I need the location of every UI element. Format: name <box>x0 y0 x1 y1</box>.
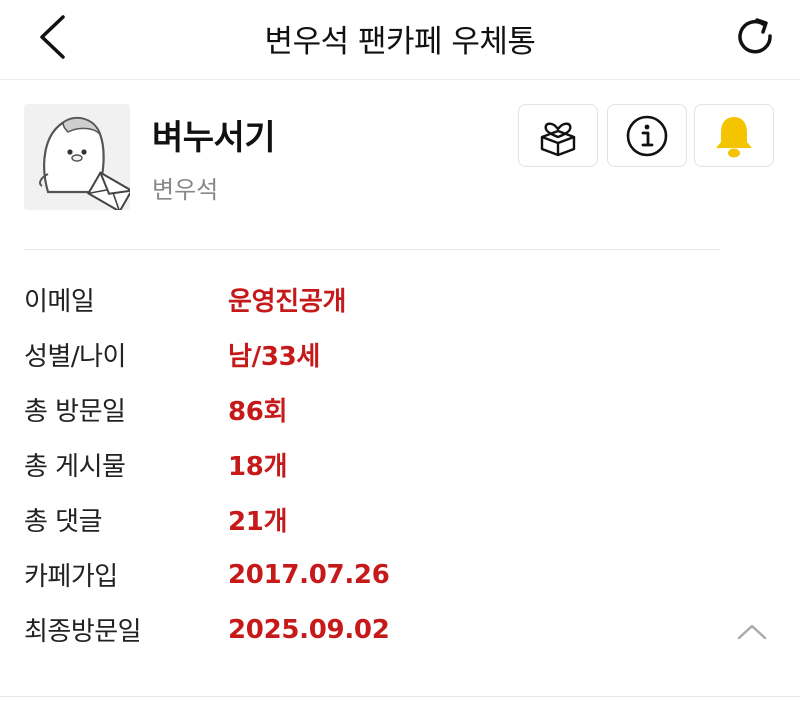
info-row-gender-age: 성별/나이 남/33세 <box>24 327 784 382</box>
info-icon <box>626 115 668 156</box>
info-label: 카페가입 <box>24 562 118 592</box>
penguin-avatar-with-envelope-icon <box>39 116 130 210</box>
refresh-button[interactable] <box>732 12 780 62</box>
profile-nickname: 벼누서기 <box>152 118 276 158</box>
notification-bell-button[interactable] <box>694 104 774 167</box>
info-label: 총 게시물 <box>24 452 126 482</box>
info-label: 총 방문일 <box>24 397 126 427</box>
info-label: 성별/나이 <box>24 342 126 372</box>
gift-button[interactable] <box>518 104 598 167</box>
avatar <box>24 104 130 210</box>
info-value: 2025.09.02 <box>228 614 390 645</box>
profile-username: 변우석 <box>152 176 219 204</box>
info-label: 총 댓글 <box>24 507 103 537</box>
info-value: 86회 <box>228 397 288 427</box>
info-value: 18개 <box>228 452 288 482</box>
info-label: 이메일 <box>24 287 95 317</box>
gift-box-icon <box>540 122 576 156</box>
info-row-join-date: 카페가입 2017.07.26 <box>24 547 784 602</box>
info-value: 2017.07.26 <box>228 559 390 590</box>
member-info-list: 이메일 운영진공개 성별/나이 남/33세 총 방문일 86회 총 게시물 18… <box>24 272 784 657</box>
info-row-total-visits: 총 방문일 86회 <box>24 382 784 437</box>
chevron-up-icon <box>737 624 767 640</box>
bell-icon <box>716 116 752 157</box>
info-row-last-visit: 최종방문일 2025.09.02 <box>24 602 784 657</box>
info-label: 최종방문일 <box>24 617 142 647</box>
info-value: 남/33세 <box>228 342 321 372</box>
info-row-email: 이메일 운영진공개 <box>24 272 784 327</box>
collapse-button[interactable] <box>732 614 772 650</box>
bottom-divider <box>0 696 800 697</box>
info-row-total-comments: 총 댓글 21개 <box>24 492 784 547</box>
info-button[interactable] <box>607 104 687 167</box>
info-value: 21개 <box>228 507 288 537</box>
top-bar: 변우석 팬카페 우체통 <box>0 0 800 80</box>
section-divider <box>24 249 720 250</box>
info-value: 운영진공개 <box>228 287 347 317</box>
info-row-total-posts: 총 게시물 18개 <box>24 437 784 492</box>
refresh-icon <box>738 18 772 54</box>
page-title: 변우석 팬카페 우체통 <box>264 24 536 60</box>
